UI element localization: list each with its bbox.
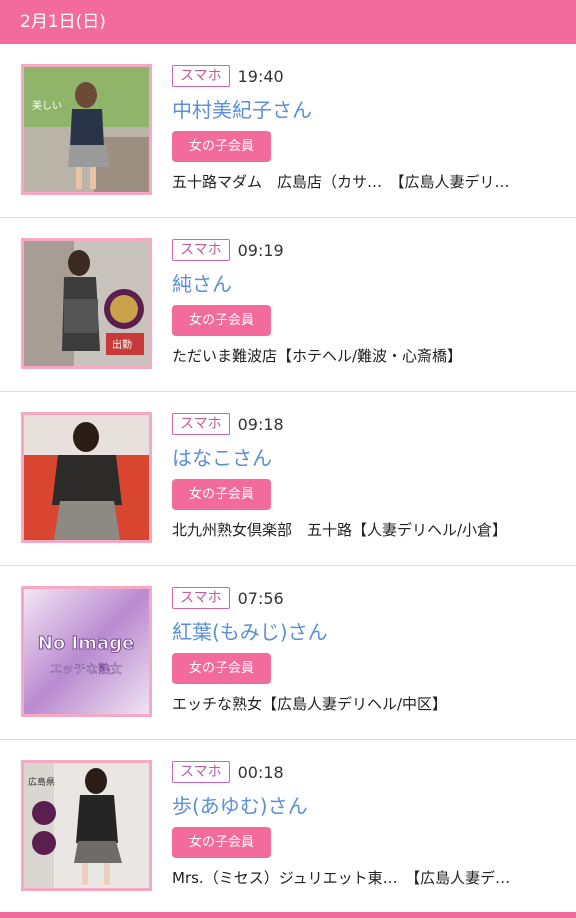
login-meta: スマホ 19:40 (172, 64, 284, 88)
thumbnail-caption: 出勤 (112, 338, 132, 351)
login-meta: スマホ 09:19 (172, 238, 284, 262)
device-tag: スマホ (172, 413, 230, 435)
profile-thumbnail[interactable]: 出勤 (21, 238, 152, 369)
member-name-link[interactable]: 中村美紀子さん (172, 94, 312, 123)
date-header: 2月1日(日) (0, 0, 576, 44)
member-type-badge: 女の子会員 (172, 131, 271, 162)
device-tag: スマホ (172, 65, 230, 87)
shop-name: Mrs.（ミセス）ジュリエット東… 【広島人妻デ… (172, 869, 511, 887)
login-time: 00:18 (237, 762, 284, 782)
thumbnail-caption: 広島県 (28, 776, 55, 788)
login-history-list: 美しい スマホ 19:40 中村美紀子さん 女の子会員 五十路マダム 広島店（カ… (0, 44, 576, 914)
member-name-link[interactable]: はなこさん (172, 442, 272, 471)
login-meta: スマホ 07:56 (172, 586, 284, 610)
thumbnail-subcaption: エッチな熟女 (50, 661, 122, 676)
thumbnail-caption: No Image (38, 633, 134, 654)
footer-divider (0, 912, 576, 918)
member-type-badge: 女の子会員 (172, 305, 271, 336)
login-meta: スマホ 09:18 (172, 412, 284, 436)
list-item[interactable]: 出勤 スマホ 09:19 純さん 女の子会員 ただいま難波店【ホテヘル/難波・心… (0, 218, 576, 392)
profile-thumbnail[interactable]: 美しい (21, 64, 152, 195)
login-time: 09:18 (237, 414, 284, 434)
member-type-badge: 女の子会員 (172, 827, 271, 858)
profile-thumbnail[interactable]: 広島県 (21, 760, 152, 891)
profile-thumbnail[interactable]: No Image エッチな熟女 (21, 586, 152, 717)
login-time: 07:56 (237, 588, 284, 608)
shop-name: エッチな熟女【広島人妻デリヘル/中区】 (172, 695, 448, 713)
profile-thumbnail[interactable] (21, 412, 152, 543)
login-meta: スマホ 00:18 (172, 760, 284, 784)
shop-name: 北九州熟女倶楽部 五十路【人妻デリヘル/小倉】 (172, 521, 508, 539)
list-item[interactable]: スマホ 09:18 はなこさん 女の子会員 北九州熟女倶楽部 五十路【人妻デリヘ… (0, 392, 576, 566)
list-item[interactable]: 美しい スマホ 19:40 中村美紀子さん 女の子会員 五十路マダム 広島店（カ… (0, 44, 576, 218)
device-tag: スマホ (172, 239, 230, 261)
list-item[interactable]: No Image エッチな熟女 スマホ 07:56 紅葉(もみじ)さん 女の子会… (0, 566, 576, 740)
member-type-badge: 女の子会員 (172, 653, 271, 684)
list-item[interactable]: 広島県 スマホ 00:18 歩(あゆむ)さん 女の子会員 Mrs.（ミセス）ジュ… (0, 740, 576, 914)
shop-name: 五十路マダム 広島店（カサ… 【広島人妻デリ… (172, 173, 510, 191)
thumbnail-caption: 美しい (32, 99, 62, 112)
member-name-link[interactable]: 純さん (172, 268, 232, 297)
login-time: 09:19 (237, 240, 284, 260)
member-type-badge: 女の子会員 (172, 479, 271, 510)
member-name-link[interactable]: 歩(あゆむ)さん (172, 790, 308, 819)
shop-name: ただいま難波店【ホテヘル/難波・心斎橋】 (172, 347, 463, 365)
device-tag: スマホ (172, 587, 230, 609)
device-tag: スマホ (172, 761, 230, 783)
login-time: 19:40 (237, 66, 284, 86)
member-name-link[interactable]: 紅葉(もみじ)さん (172, 616, 328, 645)
